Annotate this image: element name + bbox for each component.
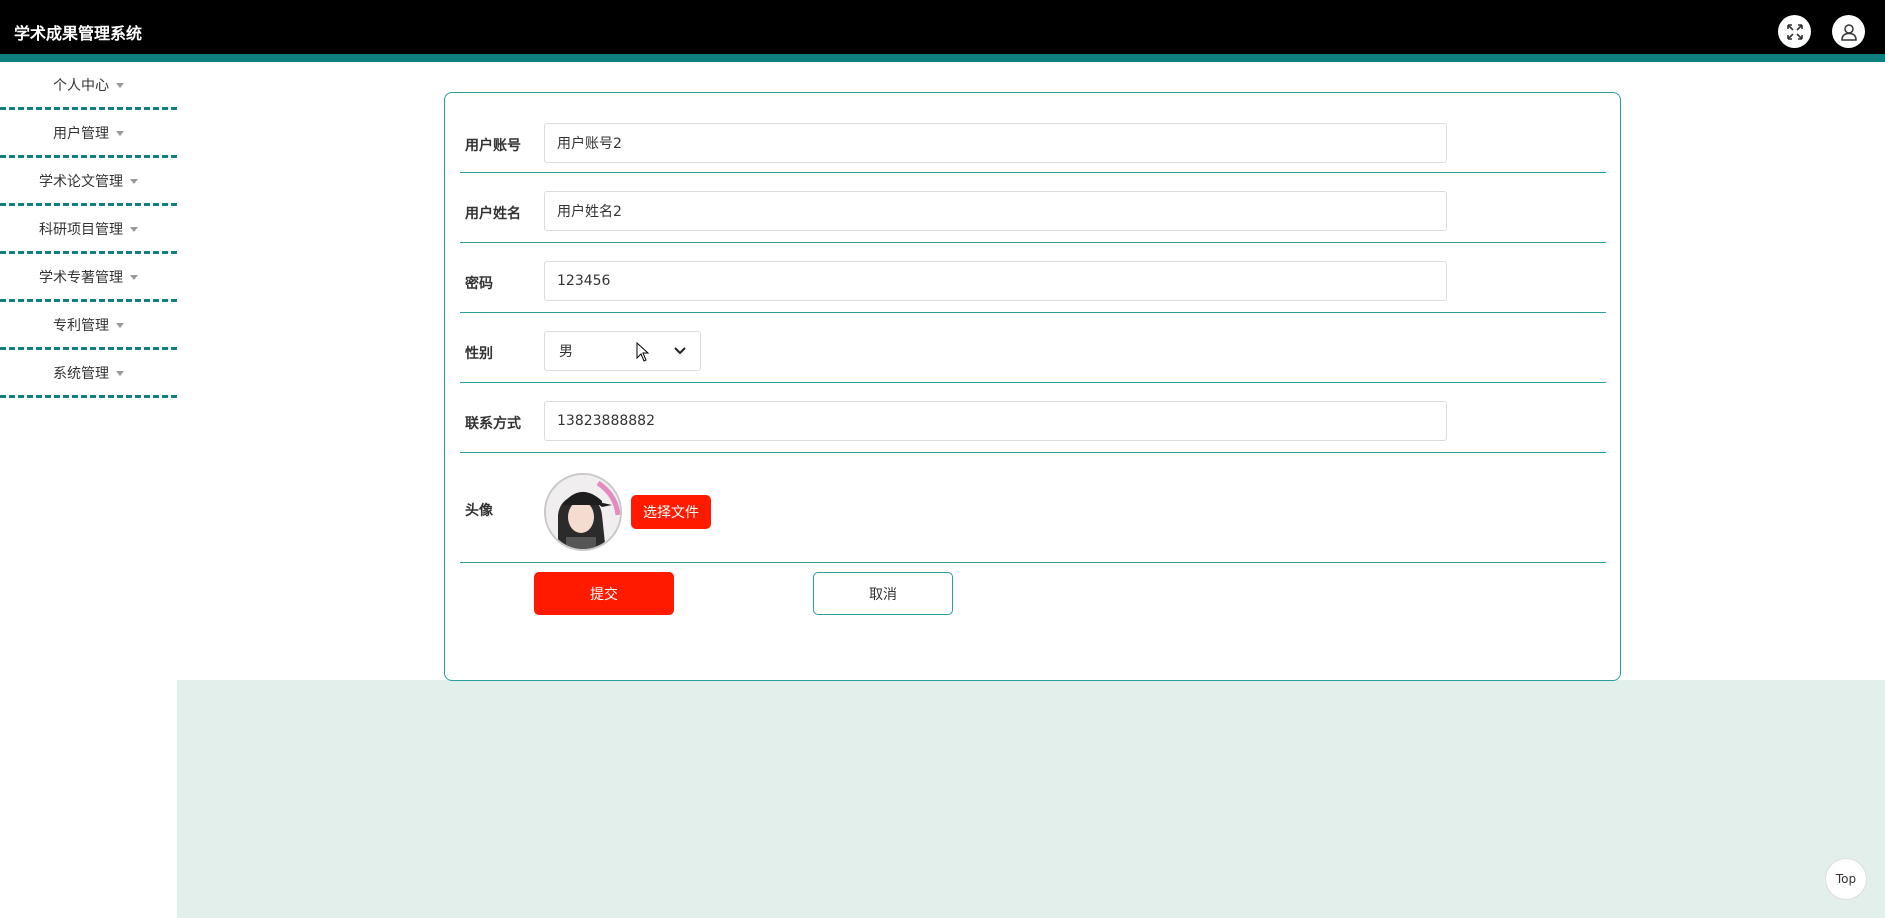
header-accent-stripe <box>0 54 1885 62</box>
caret-down-icon <box>116 371 124 376</box>
gender-select[interactable]: 男 <box>544 331 701 371</box>
back-to-top-button[interactable]: Top <box>1825 858 1867 900</box>
sidebar-item-label: 用户管理 <box>53 125 109 142</box>
user-edit-form: 用户账号 用户姓名 密码 性别 男 联系方式 头像 <box>444 92 1621 681</box>
choose-file-button[interactable]: 选择文件 <box>631 495 711 529</box>
account-label: 用户账号 <box>465 138 521 154</box>
sidebar-item-user-management[interactable]: 用户管理 <box>0 110 177 158</box>
fullscreen-button[interactable] <box>1778 15 1811 48</box>
sidebar-item-patent-management[interactable]: 专利管理 <box>0 302 177 350</box>
caret-down-icon <box>116 131 124 136</box>
form-row-avatar: 头像 选择文件 <box>460 453 1606 563</box>
avatar-image <box>544 473 622 551</box>
sidebar-item-label: 系统管理 <box>53 365 109 382</box>
user-menu-button[interactable] <box>1832 15 1865 48</box>
name-input[interactable] <box>544 191 1447 231</box>
sidebar-item-label: 学术论文管理 <box>39 173 123 190</box>
gender-label: 性别 <box>465 346 493 362</box>
sidebar-item-monograph-management[interactable]: 学术专著管理 <box>0 254 177 302</box>
caret-down-icon <box>116 323 124 328</box>
gender-selected-value: 男 <box>559 344 573 360</box>
caret-down-icon <box>116 83 124 88</box>
sidebar-item-project-management[interactable]: 科研项目管理 <box>0 206 177 254</box>
sidebar: 个人中心 用户管理 学术论文管理 科研项目管理 学术专著管理 专利管理 系统管理 <box>0 62 177 398</box>
sidebar-item-system-management[interactable]: 系统管理 <box>0 350 177 398</box>
name-label: 用户姓名 <box>465 206 521 222</box>
password-input[interactable] <box>544 261 1447 301</box>
avatar-label: 头像 <box>465 503 493 519</box>
sidebar-item-label: 学术专著管理 <box>39 269 123 286</box>
form-row-name: 用户姓名 <box>460 173 1606 243</box>
account-input[interactable] <box>544 123 1447 163</box>
mouse-cursor-icon <box>636 342 650 362</box>
top-header: 学术成果管理系统 <box>0 0 1885 54</box>
submit-button[interactable]: 提交 <box>534 572 674 615</box>
caret-down-icon <box>130 275 138 280</box>
form-row-phone: 联系方式 <box>460 383 1606 453</box>
user-icon <box>1840 23 1857 41</box>
phone-label: 联系方式 <box>465 416 521 432</box>
password-label: 密码 <box>465 276 493 292</box>
avatar-photo-icon <box>546 475 620 549</box>
sidebar-item-label: 科研项目管理 <box>39 221 123 238</box>
chevron-down-icon <box>674 347 686 355</box>
form-row-account: 用户账号 <box>460 93 1606 173</box>
sidebar-item-label: 个人中心 <box>53 77 109 94</box>
sidebar-item-personal-center[interactable]: 个人中心 <box>0 62 177 110</box>
caret-down-icon <box>130 227 138 232</box>
caret-down-icon <box>130 179 138 184</box>
sidebar-item-label: 专利管理 <box>53 317 109 334</box>
sidebar-item-paper-management[interactable]: 学术论文管理 <box>0 158 177 206</box>
form-row-password: 密码 <box>460 243 1606 313</box>
form-row-gender: 性别 男 <box>460 313 1606 383</box>
cancel-button[interactable]: 取消 <box>813 572 953 615</box>
phone-input[interactable] <box>544 401 1447 441</box>
content-background <box>177 680 1885 918</box>
app-title: 学术成果管理系统 <box>14 24 143 43</box>
expand-icon <box>1786 23 1803 40</box>
